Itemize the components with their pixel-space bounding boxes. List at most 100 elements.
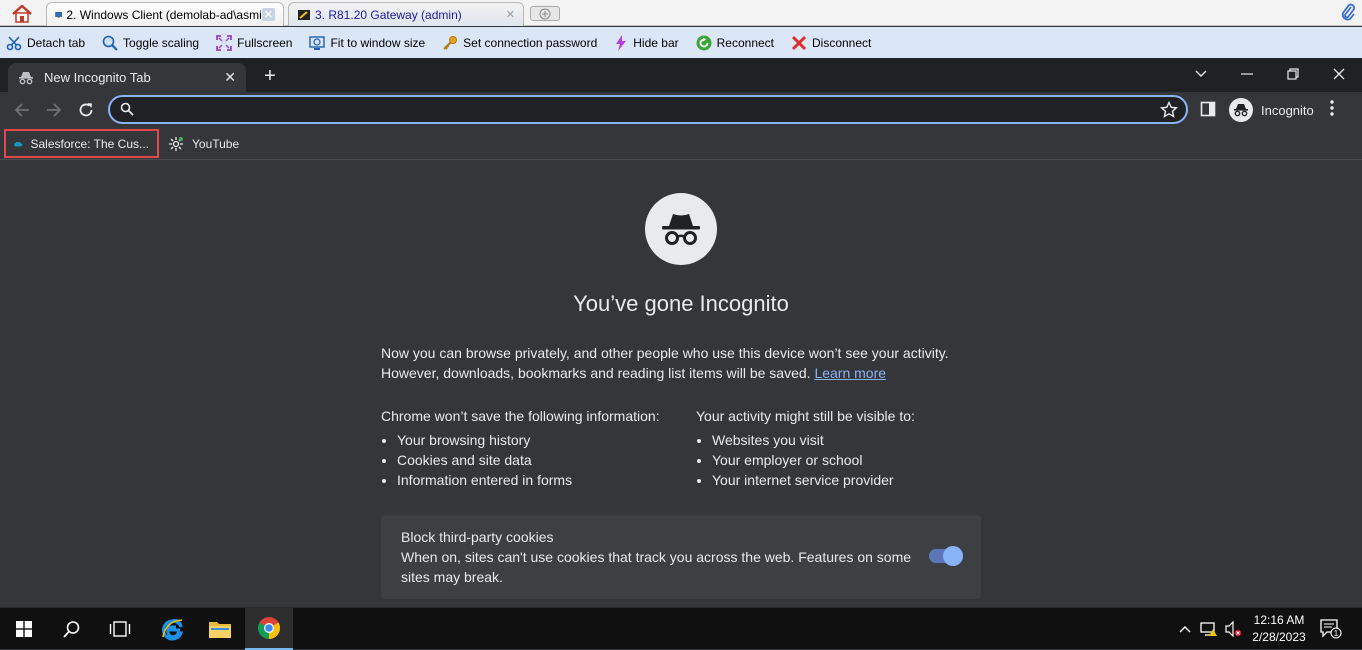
folder-icon	[209, 622, 231, 638]
tab-title: New Incognito Tab	[44, 70, 151, 85]
remote-tab-strip: 2. Windows Client (demolab-ad\asmi ✕ 3. …	[0, 0, 1362, 26]
menu-button[interactable]	[1330, 100, 1334, 121]
set-connection-password-label: Set connection password	[463, 35, 598, 50]
remote-tab-windows-client[interactable]: 2. Windows Client (demolab-ad\asmi ✕	[46, 2, 284, 26]
close-icon[interactable]: ✕	[261, 8, 275, 21]
not-saved-section: Chrome won’t save the following informat…	[381, 406, 691, 490]
attachment-button[interactable]	[1340, 3, 1356, 28]
network-status-button[interactable]	[1198, 608, 1222, 650]
paperclip-icon	[1341, 3, 1355, 21]
tab-new-incognito[interactable]: New Incognito Tab ✕	[8, 63, 246, 92]
chrome-taskbar-button[interactable]	[245, 608, 293, 650]
internet-explorer-button[interactable]	[148, 608, 196, 650]
window-close-button[interactable]	[1327, 62, 1351, 86]
tab-close-button[interactable]: ✕	[224, 69, 236, 86]
notification-icon: 1	[1320, 619, 1342, 639]
key-icon	[443, 35, 458, 50]
tab-search-button[interactable]	[1189, 62, 1213, 86]
taskbar-search-button[interactable]	[48, 608, 96, 650]
list-item: Websites you visit	[712, 430, 986, 450]
forward-button[interactable]	[42, 98, 66, 122]
toggle-knob	[943, 546, 963, 566]
remote-new-tab-button[interactable]	[530, 6, 560, 21]
bookmark-label: Salesforce: The Cus...	[30, 136, 150, 151]
minimize-icon	[1241, 73, 1253, 75]
detach-tab-button[interactable]: Detach tab	[6, 35, 85, 51]
internet-explorer-icon	[162, 619, 184, 641]
bookmark-youtube[interactable]: YouTube	[160, 129, 247, 158]
list-item: Your employer or school	[712, 450, 986, 470]
start-button[interactable]	[0, 608, 48, 650]
not-saved-list: Your browsing history Cookies and site d…	[381, 430, 691, 490]
task-view-button[interactable]	[96, 608, 144, 650]
page-title: You’ve gone Incognito	[573, 291, 789, 316]
red-x-icon	[791, 35, 807, 50]
disconnect-button[interactable]: Disconnect	[791, 35, 871, 51]
show-hidden-icons-button[interactable]	[1174, 608, 1196, 650]
forward-arrow-icon	[47, 103, 62, 117]
restore-button[interactable]	[1281, 62, 1305, 86]
profile-incognito-button[interactable]: Incognito	[1229, 97, 1314, 123]
cookie-title: Block third-party cookies	[401, 529, 554, 545]
home-icon	[12, 4, 32, 23]
cookie-controls-card: Block third-party cookies When on, sites…	[381, 515, 981, 599]
file-explorer-button[interactable]	[196, 608, 244, 650]
plus-icon	[539, 8, 551, 19]
block-cookies-toggle[interactable]	[929, 546, 963, 566]
fullscreen-button[interactable]: Fullscreen	[216, 34, 293, 51]
visible-list: Websites you visit Your employer or scho…	[696, 430, 986, 490]
bookmark-salesforce[interactable]: Salesforce: The Cus...	[4, 129, 159, 158]
side-panel-icon	[1200, 101, 1216, 117]
chevron-down-icon	[1195, 70, 1207, 77]
detach-tab-label: Detach tab	[27, 35, 86, 50]
youtube-favicon-icon	[169, 136, 183, 151]
notification-count: 1	[1334, 629, 1339, 638]
not-saved-heading: Chrome won’t save the following informat…	[381, 408, 660, 424]
address-input[interactable]	[144, 100, 1144, 120]
fullscreen-label: Fullscreen	[237, 35, 293, 50]
magnifier-icon	[102, 35, 118, 51]
hide-bar-button[interactable]: Hide bar	[614, 34, 679, 51]
bookmarks-bar: Salesforce: The Cus... YouTube	[0, 127, 1362, 160]
clock-time: 12:16 AM	[1253, 613, 1305, 627]
side-panel-button[interactable]	[1200, 101, 1216, 122]
list-item: Cookies and site data	[397, 450, 691, 470]
reconnect-button[interactable]: Reconnect	[696, 35, 774, 51]
remote-tab-gateway[interactable]: 3. R81.20 Gateway (admin) ✕	[288, 2, 524, 26]
kebab-menu-icon	[1330, 100, 1334, 116]
avatar	[1229, 98, 1253, 122]
remote-toolbar: Detach tab Toggle scaling Fullscreen Fit…	[0, 27, 1362, 58]
action-center-button[interactable]: 1	[1318, 608, 1344, 650]
reload-icon	[79, 103, 93, 117]
profile-label: Incognito	[1261, 102, 1314, 118]
chrome-title-bar: New Incognito Tab ✕ +	[0, 58, 1362, 92]
monitor-icon	[55, 11, 63, 18]
fullscreen-icon	[216, 34, 233, 51]
list-item: Your internet service provider	[712, 470, 986, 490]
back-button[interactable]	[10, 98, 34, 122]
chrome-toolbar: Incognito	[0, 92, 1362, 127]
set-connection-password-button[interactable]: Set connection password	[442, 35, 597, 51]
reload-button[interactable]	[74, 98, 98, 122]
address-bar[interactable]	[108, 95, 1188, 124]
visible-to-section: Your activity might still be visible to:…	[696, 406, 986, 490]
bookmark-star-icon[interactable]	[1160, 101, 1178, 119]
home-button[interactable]	[4, 2, 40, 25]
learn-more-link[interactable]: Learn more	[814, 365, 886, 381]
minimize-button[interactable]	[1235, 62, 1259, 86]
network-warning-icon	[1200, 622, 1217, 636]
fit-to-window-button[interactable]: Fit to window size	[309, 35, 425, 51]
lightning-icon	[616, 34, 627, 51]
search-icon	[120, 102, 134, 116]
list-item: Information entered in forms	[397, 470, 691, 490]
task-view-icon	[109, 621, 131, 637]
system-clock[interactable]: 12:16 AM 2/28/2023	[1240, 612, 1318, 646]
new-tab-button[interactable]: +	[258, 64, 282, 88]
incognito-logo	[645, 193, 717, 265]
search-icon	[63, 621, 80, 638]
cookie-description: When on, sites can't use cookies that tr…	[401, 549, 912, 585]
list-item: Your browsing history	[397, 430, 691, 450]
toggle-scaling-button[interactable]: Toggle scaling	[102, 35, 199, 51]
disconnect-label: Disconnect	[812, 35, 872, 50]
close-icon[interactable]: ✕	[506, 8, 515, 21]
